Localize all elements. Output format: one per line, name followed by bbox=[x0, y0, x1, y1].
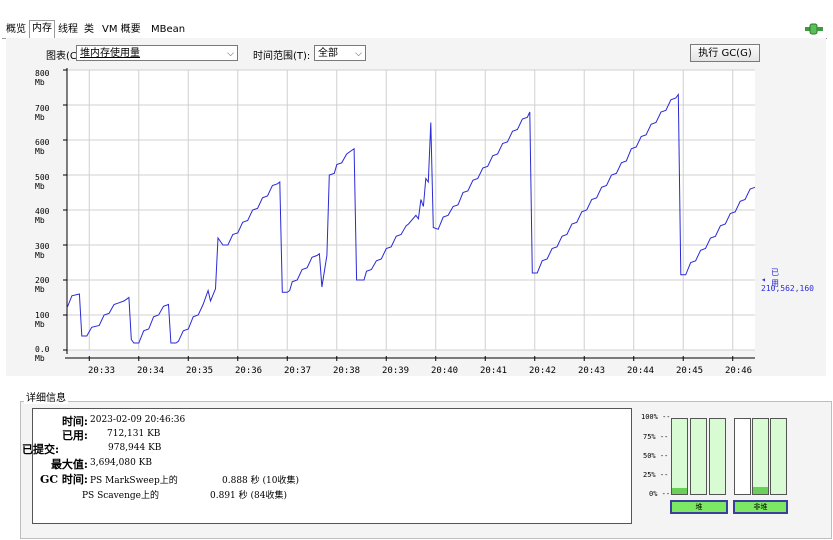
nonheap-pool-bar[interactable] bbox=[752, 418, 769, 495]
gc-collector-name: PS Scavenge上的 bbox=[82, 491, 159, 501]
bar-fill bbox=[753, 486, 768, 494]
pct-label: 0% -- bbox=[649, 490, 671, 498]
pct-label: 50% -- bbox=[643, 452, 669, 460]
committed-label: 已提交: bbox=[22, 443, 60, 456]
pct-label: 25% -- bbox=[643, 471, 669, 479]
gc-time-label: GC 时间: bbox=[39, 473, 88, 486]
gc-collector-value: 0.888 秒 (10收集) bbox=[222, 476, 299, 486]
gc-collector-name: PS MarkSweep上的 bbox=[90, 476, 178, 486]
heap-pool-bar[interactable] bbox=[690, 418, 707, 495]
max-value: 3,694,080 KB bbox=[90, 458, 153, 468]
used-value: 712,131 KB bbox=[107, 429, 161, 439]
bar-fill bbox=[672, 488, 687, 494]
nonheap-pool-bar[interactable] bbox=[734, 418, 751, 495]
max-label: 最大值: bbox=[50, 458, 88, 471]
nonheap-pool-bar[interactable] bbox=[770, 418, 787, 495]
details-header: 详细信息 bbox=[24, 389, 68, 404]
committed-value: 978,944 KB bbox=[108, 443, 162, 453]
current-marker-number: 210,562,160 bbox=[761, 284, 814, 293]
pct-label: 100% -- bbox=[641, 413, 671, 421]
heap-pool-bar[interactable] bbox=[709, 418, 726, 495]
nonheap-legend-button[interactable]: 非堆 bbox=[733, 500, 788, 514]
heap-legend-button[interactable]: 堆 bbox=[670, 500, 728, 514]
current-marker-value: ◂ 210,562,160 bbox=[761, 275, 814, 293]
pct-label: 75% -- bbox=[643, 433, 669, 441]
time-value: 2023-02-09 20:46:36 bbox=[90, 415, 186, 425]
gc-collector-value: 0.891 秒 (84收集) bbox=[210, 491, 287, 501]
heap-pool-bar[interactable] bbox=[671, 418, 688, 495]
heap-usage-chart bbox=[63, 68, 756, 361]
